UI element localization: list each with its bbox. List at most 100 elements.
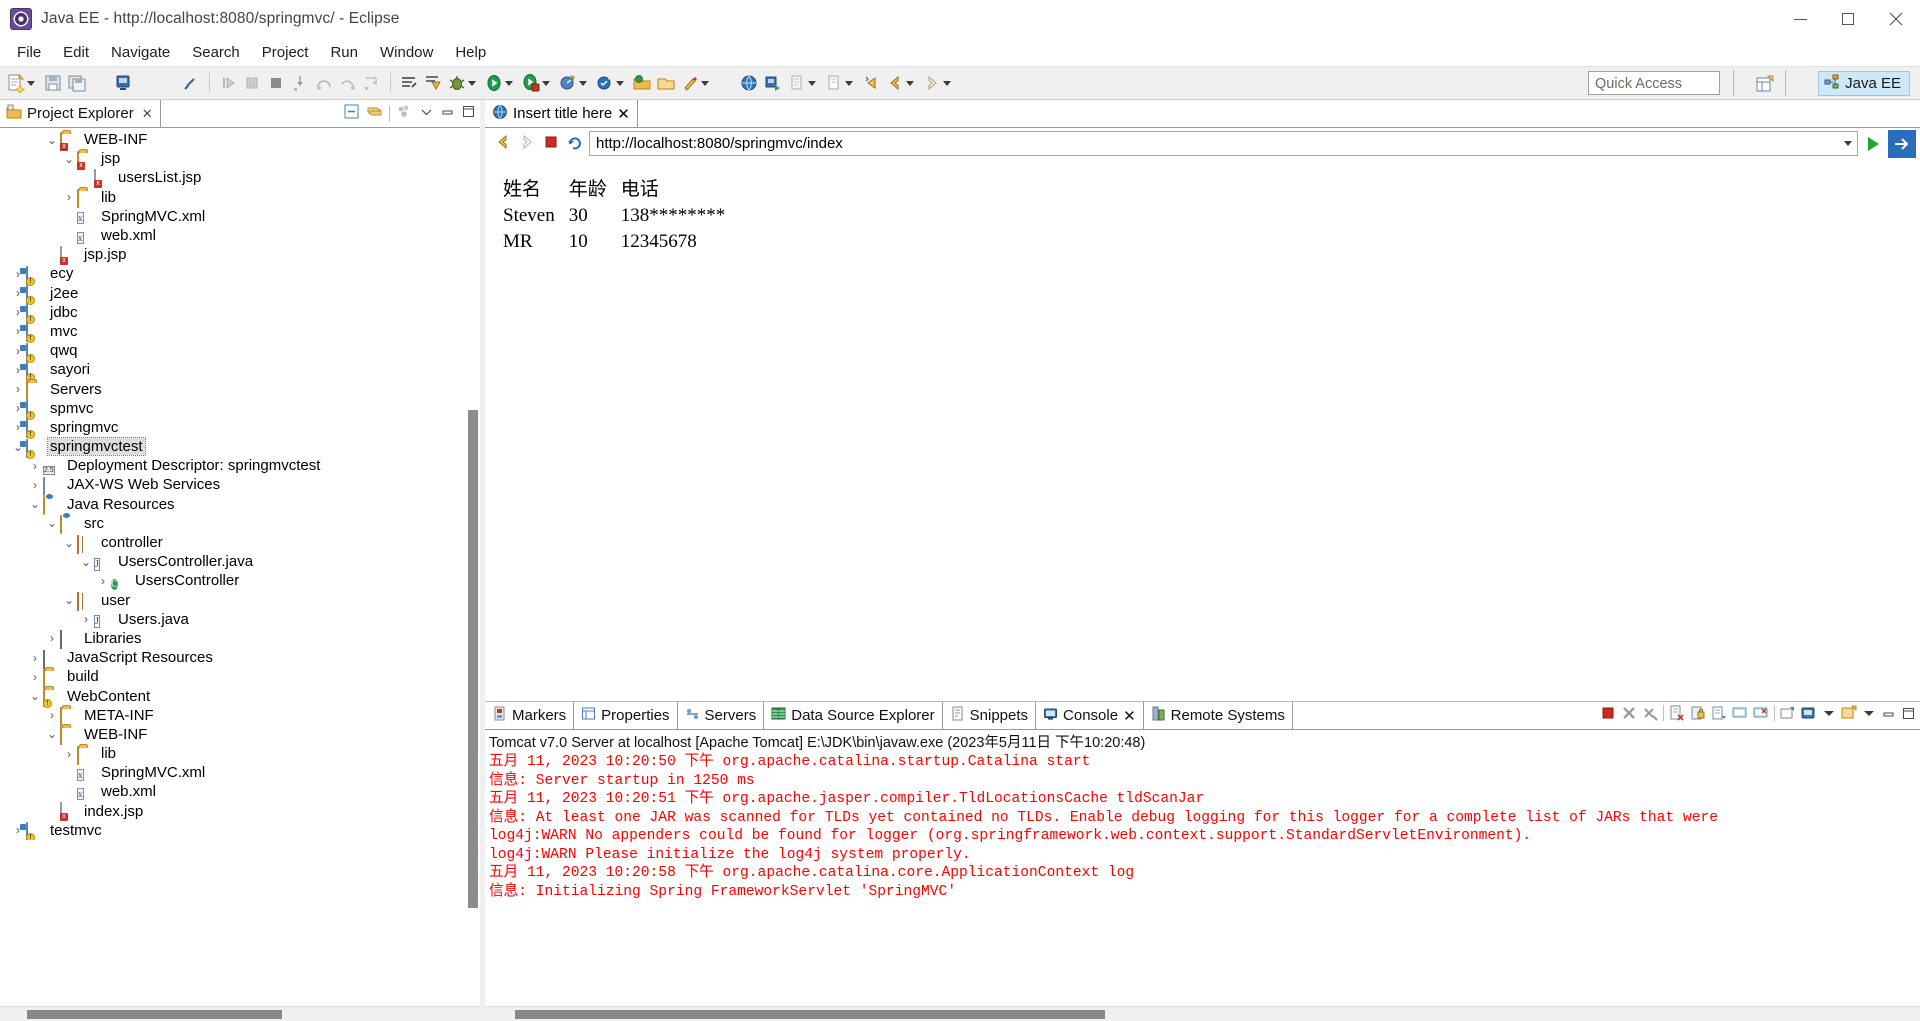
- chevron-down-icon[interactable]: [419, 104, 434, 123]
- new-server-button[interactable]: [111, 69, 135, 97]
- pin-console-icon[interactable]: [1732, 705, 1748, 721]
- chevron-right-icon[interactable]: ›: [27, 651, 43, 665]
- chevron-down-icon[interactable]: ⌄: [44, 516, 60, 530]
- tree-item-web-inf[interactable]: ⌄ x WEB-INF: [0, 130, 480, 151]
- step-into-button[interactable]: [288, 69, 312, 97]
- step-over-button[interactable]: [312, 69, 336, 97]
- quick-access-input[interactable]: Quick Access: [1588, 71, 1720, 95]
- chevron-down-icon[interactable]: [1844, 141, 1852, 146]
- resume-button[interactable]: [216, 69, 240, 97]
- save-button[interactable]: [41, 69, 65, 97]
- remove-launch-icon[interactable]: [1621, 705, 1637, 721]
- drop-to-frame-button[interactable]: [360, 69, 384, 97]
- display-selected-console-icon[interactable]: [1753, 705, 1769, 721]
- tab-servers[interactable]: Servers: [678, 702, 765, 729]
- remove-all-terminated-icon[interactable]: [1642, 705, 1658, 721]
- tree-item-lib[interactable]: › lib: [0, 744, 480, 765]
- maximize-icon[interactable]: [461, 104, 476, 123]
- chevron-right-icon[interactable]: ›: [44, 708, 60, 722]
- search-button[interactable]: [678, 69, 715, 97]
- tree-item-javascript-resources[interactable]: › JavaScript Resources: [0, 648, 480, 669]
- web-browser-button[interactable]: [737, 69, 761, 97]
- tab-insert-title-here[interactable]: Insert title here ✕: [485, 100, 638, 127]
- step-return-button[interactable]: [336, 69, 360, 97]
- menu-file[interactable]: File: [6, 41, 52, 64]
- tree-item-userscontroller[interactable]: › C UsersController: [0, 571, 480, 590]
- maximize-button[interactable]: [1824, 0, 1872, 38]
- minimize-icon[interactable]: [1881, 706, 1896, 721]
- stop-icon[interactable]: [541, 132, 561, 156]
- tree-item-controller[interactable]: ⌄ controller: [0, 533, 480, 554]
- tree-item-jsp[interactable]: ⌄ x jsp: [0, 149, 480, 170]
- scrollbar-thumb[interactable]: [515, 1010, 1105, 1019]
- chevron-right-icon[interactable]: ›: [78, 612, 94, 626]
- lock-scroll-icon[interactable]: [1690, 705, 1706, 721]
- chevron-down-icon[interactable]: [943, 80, 951, 86]
- refresh-icon[interactable]: [565, 132, 585, 156]
- new-console-icon[interactable]: [1841, 705, 1857, 721]
- tab-project-explorer[interactable]: Project Explorer ✕: [0, 100, 161, 127]
- next-annotation-button[interactable]: [785, 69, 822, 97]
- tree-item-build[interactable]: › build: [0, 667, 480, 688]
- chevron-down-icon[interactable]: ⌄: [78, 555, 94, 569]
- tab-snippets[interactable]: Snippets: [943, 702, 1037, 729]
- tree-item-userscontroller-java[interactable]: ⌄ J UsersController.java: [0, 552, 480, 571]
- chevron-down-icon[interactable]: [1862, 706, 1876, 720]
- menu-project[interactable]: Project: [251, 41, 320, 64]
- tree-item-springmvc[interactable]: ›! springmvc: [0, 418, 480, 440]
- tree-item-sayori[interactable]: ›! sayori: [0, 360, 480, 382]
- tree-item-libraries[interactable]: › Libraries: [0, 629, 480, 650]
- tree-item-meta-inf[interactable]: › META-INF: [0, 706, 480, 727]
- tab-console[interactable]: Console ✕: [1036, 702, 1144, 729]
- chevron-down-icon[interactable]: ⌄: [44, 133, 60, 147]
- open-console-icon[interactable]: [1780, 705, 1796, 721]
- new-console-view-icon[interactable]: [1801, 705, 1817, 721]
- open-external-browser-button[interactable]: [1888, 129, 1916, 158]
- close-icon[interactable]: ✕: [142, 106, 153, 122]
- chevron-down-icon[interactable]: ⌄: [61, 593, 77, 607]
- tree-item-springmvctest[interactable]: ⌄! springmvctest: [0, 437, 480, 459]
- tree-item-deployment-descriptor-springmvctest[interactable]: › 2.5 Deployment Descriptor: springmvctest: [0, 456, 480, 475]
- tab-markers[interactable]: Markers: [485, 702, 575, 729]
- tree-item-ecy[interactable]: ›! ecy: [0, 264, 480, 286]
- menu-navigate[interactable]: Navigate: [100, 41, 181, 64]
- chevron-down-icon[interactable]: [616, 80, 624, 86]
- tree-item-web-xml[interactable]: ›xweb.xml: [0, 782, 480, 801]
- tree-item-jsp-jsp[interactable]: ›xjsp.jsp: [0, 245, 480, 265]
- project-tree[interactable]: ⌄xWEB-INF⌄xjsp›xusersList.jsp›lib›xSprin…: [0, 128, 480, 840]
- skip-breakpoints-button[interactable]: [397, 69, 421, 97]
- chevron-down-icon[interactable]: [27, 80, 35, 86]
- explorer-horizontal-scrollbar[interactable]: [0, 1006, 480, 1021]
- close-button[interactable]: [1872, 0, 1920, 38]
- console-output[interactable]: 五月 11, 2023 10:20:50 下午 org.apache.catal…: [485, 752, 1920, 1006]
- link-with-editor-icon[interactable]: [366, 103, 383, 124]
- console-horizontal-scrollbar[interactable]: [485, 1006, 1920, 1021]
- tab-data-source-explorer[interactable]: Data Source Explorer: [764, 702, 943, 729]
- menu-help[interactable]: Help: [444, 41, 497, 64]
- chevron-right-icon[interactable]: ›: [44, 631, 60, 645]
- chevron-down-icon[interactable]: [579, 80, 587, 86]
- tree-item-jax-ws-web-services[interactable]: › JAX-WS Web Services: [0, 475, 480, 496]
- chevron-down-icon[interactable]: [1822, 706, 1836, 720]
- suspend-button[interactable]: [240, 69, 264, 97]
- tree-item-servers[interactable]: › Servers: [0, 379, 480, 401]
- maximize-icon[interactable]: [1901, 706, 1916, 721]
- chevron-right-icon[interactable]: ›: [27, 670, 43, 684]
- tree-item-mvc[interactable]: ›! mvc: [0, 322, 480, 344]
- save-all-button[interactable]: [65, 69, 89, 97]
- menu-edit[interactable]: Edit: [52, 41, 100, 64]
- no-link-button[interactable]: [179, 69, 203, 97]
- forward-button[interactable]: [920, 69, 957, 97]
- tree-item-lib[interactable]: › lib: [0, 188, 480, 209]
- chevron-down-icon[interactable]: [468, 80, 476, 86]
- tree-item-springmvc-xml[interactable]: ›xSpringMVC.xml: [0, 207, 480, 226]
- back-icon[interactable]: [493, 132, 513, 156]
- open-resource-button[interactable]: [654, 69, 678, 97]
- tree-item-web-xml[interactable]: ›xweb.xml: [0, 226, 480, 245]
- back-button[interactable]: [883, 69, 920, 97]
- chevron-right-icon[interactable]: ›: [61, 747, 77, 761]
- chevron-down-icon[interactable]: ⌄: [61, 536, 77, 550]
- tree-item-jdbc[interactable]: ›! jdbc: [0, 303, 480, 325]
- tree-item-qwq[interactable]: ›! qwq: [0, 341, 480, 363]
- debug-button[interactable]: [445, 69, 482, 97]
